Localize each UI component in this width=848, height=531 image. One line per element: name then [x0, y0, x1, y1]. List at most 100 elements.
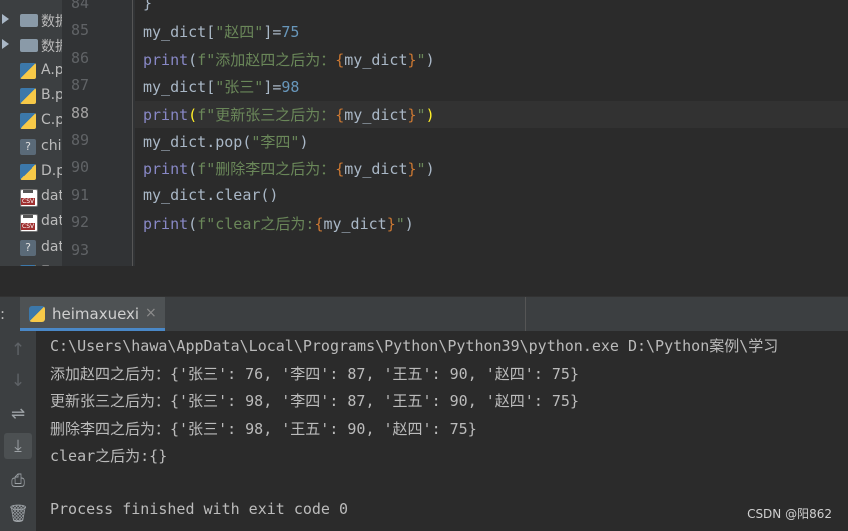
code-line[interactable]: print(f"clear之后为:{my_dict}"): [143, 213, 414, 234]
code-token: ": [395, 215, 405, 234]
code-token: }: [407, 50, 417, 69]
code-token: }: [143, 0, 153, 12]
run-toolbar: ↑ ↓ ⇌ ⤓ ⎙ 🗑: [0, 331, 36, 531]
code-token: }: [407, 160, 417, 179]
code-token: ): [425, 105, 435, 124]
python-file-icon: [20, 113, 36, 130]
line-number: 87: [70, 76, 89, 95]
console-line: 删除李四之后为：{'张三': 98, '王五': 90, '赵四': 75}: [50, 419, 477, 438]
tree-item[interactable]: 数据: [0, 8, 62, 33]
tree-item[interactable]: dat: [0, 185, 62, 210]
code-token: f"删除李四之后为：: [197, 160, 336, 179]
tree-item[interactable]: B.p: [0, 84, 62, 109]
tree-item[interactable]: ? chi: [0, 135, 62, 160]
line-number: 85: [70, 21, 89, 40]
code-token: "赵四": [215, 23, 264, 42]
tree-item-label: dat: [41, 188, 62, 205]
code-line[interactable]: my_dict.pop("李四"): [143, 131, 308, 152]
code-token: my_dict[: [143, 78, 216, 97]
code-token: ): [425, 160, 435, 179]
code-token: f"更新张三之后为：: [197, 105, 336, 124]
tree-item[interactable]: dat: [0, 210, 62, 235]
run-tab-heimaxuexi[interactable]: heimaxuexi ×: [20, 297, 165, 331]
tree-item[interactable]: D.p: [0, 160, 62, 185]
code-line[interactable]: my_dict["赵四"]=75: [143, 21, 299, 42]
tree-item-label: C.p: [41, 112, 62, 129]
line-number: 91: [70, 185, 89, 204]
code-token: print: [143, 105, 189, 124]
line-number: 89: [70, 131, 89, 149]
line-number: 90: [70, 158, 89, 177]
folder-icon: [20, 14, 38, 27]
tree-item[interactable]: C.p: [0, 109, 62, 134]
run-console-output[interactable]: C:\Users\hawa\AppData\Local\Programs\Pyt…: [36, 331, 848, 531]
tree-item-label: dat: [41, 213, 62, 230]
code-token: f"添加赵四之后为：: [197, 50, 336, 69]
tree-item[interactable]: A.p: [0, 59, 62, 84]
project-tree: 数据数据A.pB.pC.p?chiD.pdatdat?datE.pF.P: [0, 0, 62, 296]
editor-gutter: 84 85 86 87 88 89 90 91 92 93: [62, 0, 135, 266]
code-line[interactable]: my_dict["张三"]=98: [143, 76, 299, 97]
code-token: {: [335, 50, 345, 69]
tree-item-label: B.p: [41, 86, 62, 103]
code-token: print: [143, 50, 189, 69]
watermark: CSDN @阳862: [747, 507, 832, 521]
code-token: my_dict: [323, 215, 387, 234]
tree-item-label: 数据: [41, 39, 62, 56]
python-file-icon: [20, 163, 36, 180]
code-line[interactable]: print(f"添加赵四之后为：{my_dict}"): [143, 49, 435, 70]
code-token: ): [425, 50, 435, 69]
scroll-to-end-icon[interactable]: ⤓: [4, 433, 32, 459]
unknown-file-icon: ?: [20, 138, 36, 155]
code-token: }: [386, 215, 396, 234]
code-token: f"clear之后为:: [197, 215, 315, 234]
expand-arrow-icon[interactable]: [2, 14, 9, 24]
code-token: ": [416, 105, 426, 124]
console-line: clear之后为:{}: [50, 447, 168, 465]
trash-icon[interactable]: 🗑: [4, 501, 32, 527]
code-token: print: [143, 160, 189, 179]
rerun-up-icon[interactable]: ↑: [4, 337, 32, 363]
csv-file-icon: [20, 189, 38, 208]
code-line[interactable]: print(f"删除李四之后为：{my_dict}"): [143, 158, 435, 179]
close-icon[interactable]: ×: [145, 305, 157, 321]
tree-item-label: D.p: [41, 162, 62, 179]
code-token: "李四": [251, 133, 300, 151]
code-token: 98: [281, 78, 300, 97]
line-number: 86: [70, 48, 89, 67]
code-token: (: [188, 105, 198, 124]
code-line[interactable]: my_dict.clear(): [143, 186, 278, 204]
code-token: print: [143, 215, 189, 234]
code-token: (: [188, 160, 198, 179]
code-token: ): [404, 215, 414, 234]
code-token: {: [335, 160, 345, 179]
tree-item[interactable]: 数据: [0, 33, 62, 58]
code-editor[interactable]: } my_dict["赵四"]=75 print(f"添加赵四之后为：{my_dic…: [135, 0, 848, 266]
run-panel-header: : heimaxuexi ×: [0, 296, 848, 331]
code-token: ]=: [263, 78, 282, 97]
line-number: 88: [70, 103, 89, 122]
run-tab-label: heimaxuexi: [52, 305, 140, 323]
code-token: my_dict: [344, 160, 408, 179]
code-token: (: [188, 215, 198, 234]
console-line: 添加赵四之后为：{'张三': 76, '李四': 87, '王五': 90, '…: [50, 364, 579, 383]
header-divider: [525, 297, 526, 331]
expand-arrow-icon[interactable]: [2, 39, 9, 50]
python-file-icon: [20, 87, 36, 104]
code-line[interactable]: }: [143, 0, 152, 12]
tree-item-label: dat: [41, 238, 62, 255]
tree-item[interactable]: ? dat: [0, 236, 62, 261]
folder-icon: [20, 39, 38, 53]
python-file-icon: [29, 306, 45, 322]
csv-file-icon: [20, 214, 38, 233]
down-arrow-icon[interactable]: ↓: [4, 368, 32, 394]
code-token: (: [188, 50, 198, 69]
print-icon[interactable]: ⎙: [4, 468, 32, 494]
console-line: 更新张三之后为：{'张三': 98, '李四': 87, '王五': 90, '…: [50, 392, 579, 410]
code-token: ": [416, 160, 426, 179]
code-token: ": [416, 50, 426, 69]
code-token: 75: [281, 23, 300, 42]
code-line[interactable]: print(f"更新张三之后为：{my_dict}"): [143, 104, 435, 125]
run-header-colon: :: [0, 305, 6, 323]
soft-wrap-icon[interactable]: ⇌: [4, 401, 32, 427]
